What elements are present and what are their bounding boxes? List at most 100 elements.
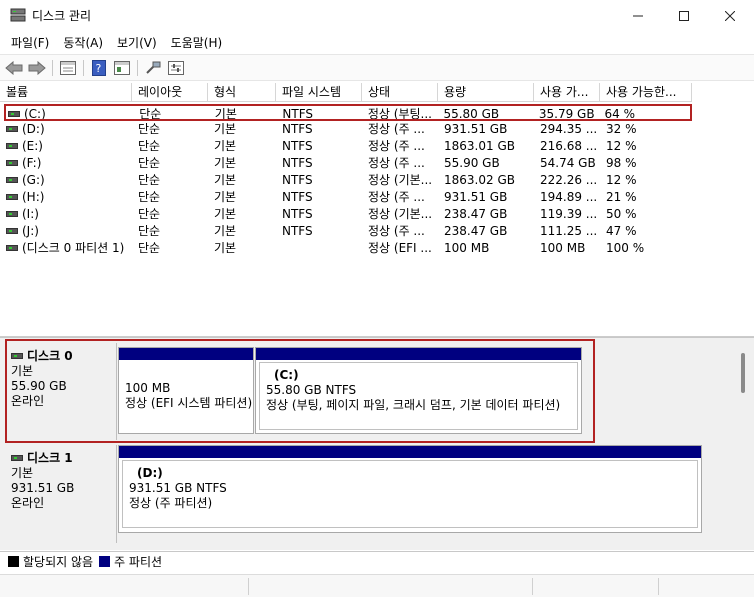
status-bar-separator <box>658 578 659 595</box>
cell-capacity-text: 931.51 GB <box>444 190 508 204</box>
cell-free-space-text: 222.26 ... <box>540 173 598 187</box>
toolbar-separator <box>137 60 138 76</box>
table-row[interactable]: (F:) 단순 기본 NTFS 정상 (주 ... 55.90 GB 54.74 GB 98 … <box>4 155 692 172</box>
cell-layout: 단순 <box>132 206 208 223</box>
column-type[interactable]: 형식 <box>208 83 276 102</box>
cell-capacity-text: 1863.01 GB <box>444 139 515 153</box>
disk-graphical-view: 디스크 0 기본 55.90 GB 온라인 100 MB 정상 (EFI 시스템… <box>0 337 754 550</box>
legend-primary: 주 파티션 <box>114 555 163 569</box>
cell-type-text: 기본 <box>214 173 237 187</box>
connect-button[interactable] <box>143 58 163 78</box>
table-row[interactable]: (C:) 단순 기본 NTFS 정상 (부팅... 55.80 GB 35.79 GB 64 … <box>4 104 692 121</box>
disk-1-size: 931.51 GB <box>11 481 75 495</box>
cell-status: 정상 (주 ... <box>362 121 438 138</box>
menu-action[interactable]: 동작(A) <box>56 34 110 51</box>
cell-volume-text: (C:) <box>24 107 46 119</box>
disk-1-label[interactable]: 디스크 1 기본 931.51 GB 온라인 <box>5 445 117 543</box>
cell-capacity-text: 55.80 GB <box>443 107 500 119</box>
disk-1-partition-d[interactable]: (D:) 931.51 GB NTFS 정상 (주 파티션) <box>118 445 702 533</box>
cell-status: 정상 (기본... <box>362 206 438 223</box>
column-free-space[interactable]: 사용 가... <box>534 83 600 102</box>
table-row[interactable]: (E:) 단순 기본 NTFS 정상 (주 ... 1863.01 GB 216.68 ..… <box>4 138 692 155</box>
column-capacity[interactable]: 용량 <box>438 83 534 102</box>
cell-type-text: 기본 <box>214 107 237 119</box>
properties-button[interactable] <box>58 58 78 78</box>
cell-filesystem-text: NTFS <box>282 207 313 221</box>
cell-free-space: 111.25 ... <box>534 223 600 240</box>
cell-free-space: 119.39 ... <box>534 206 600 223</box>
cell-free-space: 222.26 ... <box>534 172 600 189</box>
table-row[interactable]: (D:) 단순 기본 NTFS 정상 (주 ... 931.51 GB 294.35 ...… <box>4 121 692 138</box>
cell-volume: (G:) <box>4 172 132 189</box>
volume-list-header: 볼륨 레이아웃 형식 파일 시스템 상태 용량 사용 가... 사용 가능한..… <box>0 83 692 102</box>
cell-free-space-text: 119.39 ... <box>540 207 598 221</box>
cell-free-space: 54.74 GB <box>534 155 600 172</box>
cell-type: 기본 <box>209 106 277 119</box>
column-status[interactable]: 상태 <box>362 83 438 102</box>
cell-filesystem: NTFS <box>276 172 362 189</box>
menu-help[interactable]: 도움말(H) <box>164 34 230 51</box>
table-row[interactable]: (I:) 단순 기본 NTFS 정상 (기본... 238.47 GB 119.39 ...… <box>4 206 692 223</box>
cell-filesystem: NTFS <box>276 138 362 155</box>
disk-1-type: 기본 <box>11 466 34 480</box>
cell-filesystem-text: NTFS <box>282 156 313 170</box>
minimize-icon <box>633 15 643 16</box>
cell-layout: 단순 <box>132 138 208 155</box>
cell-layout: 단순 <box>132 121 208 138</box>
cell-layout: 단순 <box>132 240 208 257</box>
cell-capacity-text: 55.90 GB <box>444 156 500 170</box>
vertical-scrollbar-thumb[interactable] <box>741 353 745 393</box>
column-filesystem[interactable]: 파일 시스템 <box>276 83 362 102</box>
menu-view[interactable]: 보기(V) <box>110 34 164 51</box>
cell-percent-free-text: 12 % <box>606 173 637 187</box>
table-row[interactable]: (G:) 단순 기본 NTFS 정상 (기본... 1863.02 GB 222.26 ..… <box>4 172 692 189</box>
cell-layout: 단순 <box>132 189 208 206</box>
cell-layout-text: 단순 <box>139 107 162 119</box>
console-tree-icon <box>114 61 130 75</box>
volume-icon <box>6 159 18 166</box>
cell-free-space: 216.68 ... <box>534 138 600 155</box>
cell-layout: 단순 <box>133 106 209 119</box>
cell-volume: (I:) <box>4 206 132 223</box>
cell-percent-free: 98 % <box>600 155 692 172</box>
cell-status: 정상 (주 ... <box>362 223 438 240</box>
cell-type: 기본 <box>208 189 276 206</box>
help-button[interactable]: ? <box>89 58 109 78</box>
forward-button[interactable] <box>27 58 47 78</box>
cell-status: 정상 (주 ... <box>362 155 438 172</box>
cell-percent-free-text: 47 % <box>606 224 637 238</box>
vertical-scrollbar[interactable] <box>737 339 750 539</box>
cell-percent-free-text: 32 % <box>606 122 637 136</box>
cell-volume: (D:) <box>4 121 132 138</box>
menu-file[interactable]: 파일(F) <box>4 34 56 51</box>
column-layout[interactable]: 레이아웃 <box>132 83 208 102</box>
cell-capacity: 100 MB <box>438 240 534 257</box>
cell-type-text: 기본 <box>214 224 237 238</box>
primary-swatch <box>99 556 111 567</box>
close-button[interactable] <box>707 0 753 31</box>
volume-icon <box>6 142 18 149</box>
settings-button[interactable] <box>166 58 186 78</box>
cell-filesystem: NTFS <box>276 223 362 240</box>
table-row[interactable]: (H:) 단순 기본 NTFS 정상 (주 ... 931.51 GB 194.89 ...… <box>4 189 692 206</box>
legend: 할당되지 않음 주 파티션 <box>0 551 754 571</box>
cell-free-space: 294.35 ... <box>534 121 600 138</box>
cell-layout-text: 단순 <box>138 241 161 255</box>
table-row[interactable]: (디스크 0 파티션 1) 단순 기본 정상 (EFI ... 100 MB 100 MB… <box>4 240 692 257</box>
cell-percent-free-text: 12 % <box>606 139 637 153</box>
maximize-button[interactable] <box>661 0 707 31</box>
console-tree-button[interactable] <box>112 58 132 78</box>
column-percent-free[interactable]: 사용 가능한... <box>600 83 692 102</box>
cell-capacity-text: 1863.02 GB <box>444 173 515 187</box>
table-row[interactable]: (J:) 단순 기본 NTFS 정상 (주 ... 238.47 GB 111.25 ...… <box>4 223 692 240</box>
cell-filesystem-text: NTFS <box>282 190 313 204</box>
partition-status: 정상 (주 파티션) <box>129 496 213 510</box>
cell-free-space: 100 MB <box>534 240 600 257</box>
cell-volume-text: (I:) <box>22 207 39 221</box>
back-button[interactable] <box>4 58 24 78</box>
cell-filesystem-text: NTFS <box>282 122 313 136</box>
column-volume[interactable]: 볼륨 <box>0 83 132 102</box>
minimize-button[interactable] <box>615 0 661 31</box>
cell-capacity-text: 238.47 GB <box>444 224 508 238</box>
volume-icon <box>6 227 18 234</box>
